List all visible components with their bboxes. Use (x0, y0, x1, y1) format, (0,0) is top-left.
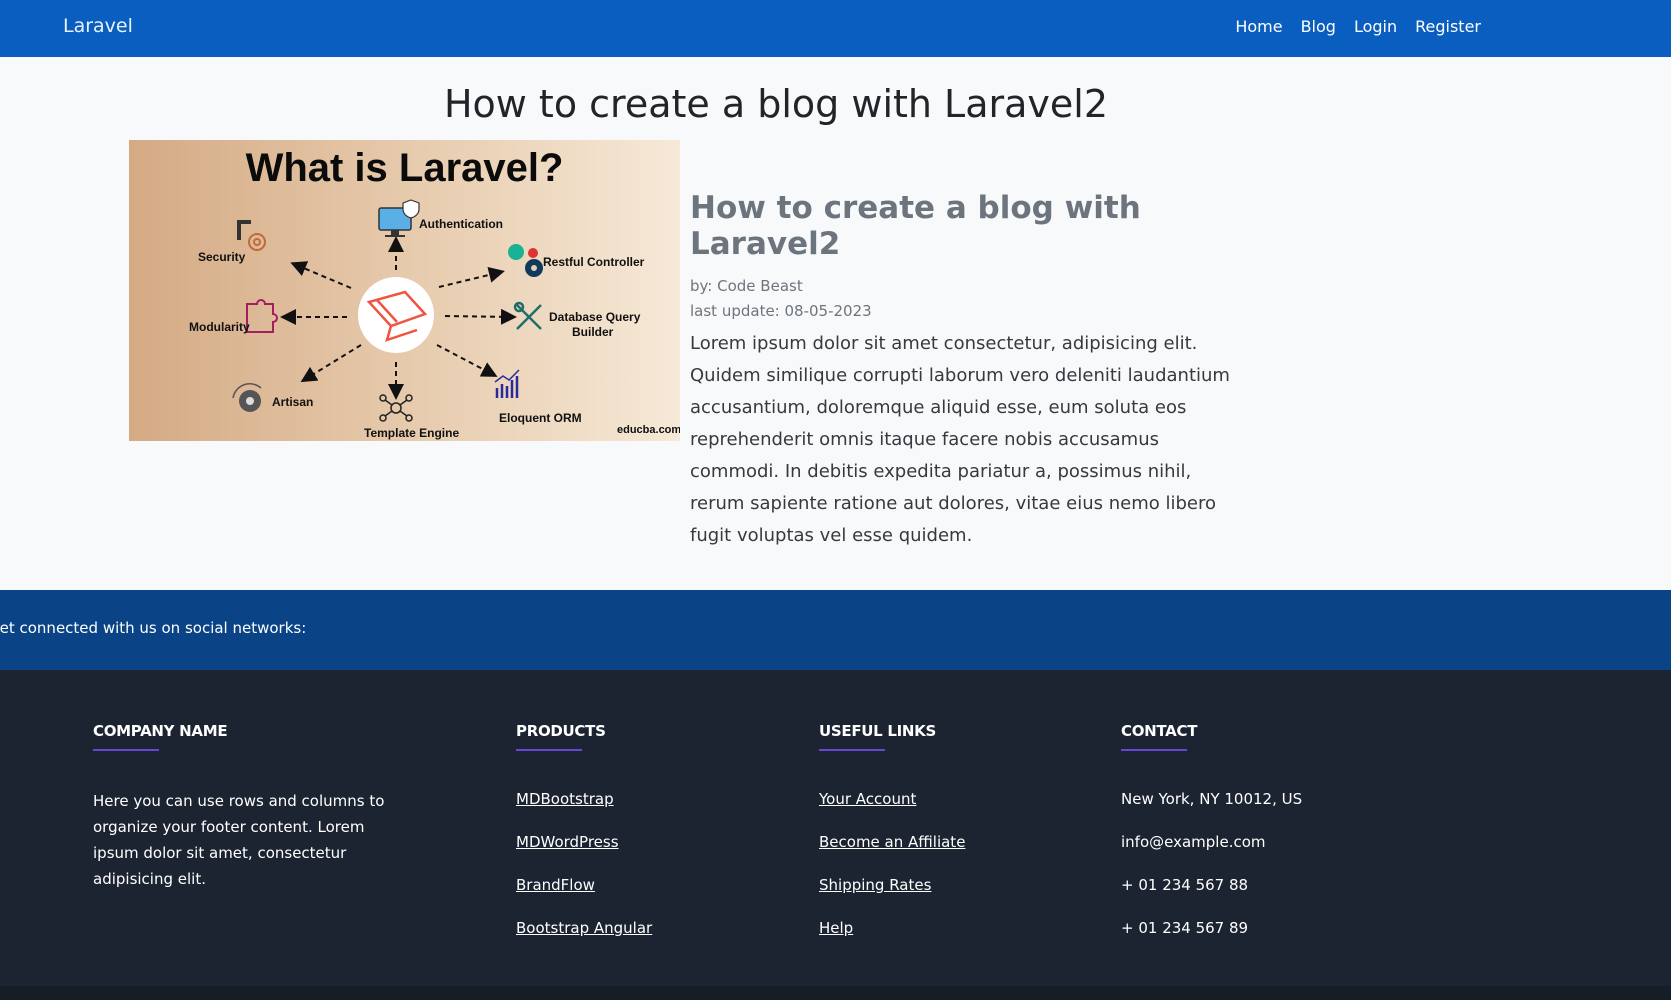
nav-link-home[interactable]: Home (1235, 17, 1282, 36)
footer-company-text: Here you can use rows and columns to org… (93, 792, 385, 888)
image-heading: What is Laravel? (245, 146, 564, 190)
footer-link-account[interactable]: Your Account (819, 788, 965, 810)
artisan-icon (232, 383, 262, 412)
post-content: How to create a blog with Laravel2 by: C… (690, 190, 1250, 552)
post-updated: last update: 08-05-2023 (690, 302, 872, 320)
image-label-template: Template Engine (364, 426, 460, 440)
footer-heading-useful: Useful links (819, 722, 936, 740)
footer-divider (93, 749, 159, 751)
post-image: What is Laravel? Authentication Security… (129, 140, 680, 441)
footer-col-company: Company name Here you can use rows and c… (93, 722, 413, 892)
image-label-db-query: Database Query (549, 310, 641, 324)
copyright-bar (0, 986, 1671, 1000)
footer-link-bootstrap-angular[interactable]: Bootstrap Angular (516, 917, 652, 939)
cogs-icon (508, 244, 543, 277)
contact-email: info@example.com (1121, 833, 1266, 851)
brand-logo[interactable]: Laravel (63, 15, 133, 37)
nav-link-register[interactable]: Register (1415, 17, 1481, 36)
image-label-modularity: Modularity (189, 320, 250, 334)
post-body: Lorem ipsum dolor sit amet consectetur, … (690, 333, 1230, 546)
footer-link-help[interactable]: Help (819, 917, 965, 939)
footer-heading-products: Products (516, 722, 606, 740)
footer-link-mdwordpress[interactable]: MDWordPress (516, 831, 652, 853)
footer-heading-contact: Contact (1121, 722, 1198, 740)
image-label-restful: Restful Controller (543, 255, 645, 269)
page-title: How to create a blog with Laravel2 (443, 82, 1109, 126)
nav-links: Home Blog Login Register (1235, 17, 1481, 36)
footer-link-affiliate[interactable]: Become an Affiliate (819, 831, 965, 853)
footer-link-shipping[interactable]: Shipping Rates (819, 874, 965, 896)
image-label-db-builder: Builder (572, 325, 614, 339)
footer: Company name Here you can use rows and c… (0, 670, 1671, 1000)
footer-col-useful: Useful links Your Account Become an Affi… (819, 722, 965, 960)
post-title: How to create a blog with Laravel2 (690, 190, 1141, 262)
monitor-icon (378, 199, 420, 237)
puzzle-icon (246, 299, 278, 333)
image-label-security: Security (198, 250, 246, 264)
footer-divider (819, 749, 885, 751)
nav-link-blog[interactable]: Blog (1301, 17, 1336, 36)
image-credit: educba.com (617, 424, 680, 436)
footer-link-brandflow[interactable]: BrandFlow (516, 874, 652, 896)
navbar: Laravel Home Blog Login Register (0, 0, 1671, 57)
contact-fax: + 01 234 567 89 (1121, 919, 1249, 937)
footer-link-mdbootstrap[interactable]: MDBootstrap (516, 788, 652, 810)
contact-address: New York, NY 10012, US (1121, 790, 1303, 808)
image-label-artisan: Artisan (272, 395, 314, 409)
footer-divider (516, 749, 582, 751)
network-icon (379, 394, 413, 422)
contact-phone: + 01 234 567 88 (1121, 876, 1249, 894)
footer-heading-company: Company name (93, 722, 228, 740)
tools-icon (513, 301, 542, 330)
footer-col-contact: Contact New York, NY 10012, US info@exam… (1121, 722, 1302, 960)
post-author: by: Code Beast (690, 277, 803, 295)
chart-icon (494, 369, 520, 398)
footer-col-products: Products MDBootstrap MDWordPress BrandFl… (516, 722, 652, 960)
image-label-eloquent: Eloquent ORM (499, 411, 582, 425)
social-text: Get connected with us on social networks… (0, 619, 307, 637)
social-bar: Get connected with us on social networks… (0, 590, 1671, 670)
nav-link-login[interactable]: Login (1354, 17, 1397, 36)
image-label-authentication: Authentication (419, 217, 503, 231)
footer-divider (1121, 749, 1187, 751)
gear-icon (237, 220, 266, 251)
